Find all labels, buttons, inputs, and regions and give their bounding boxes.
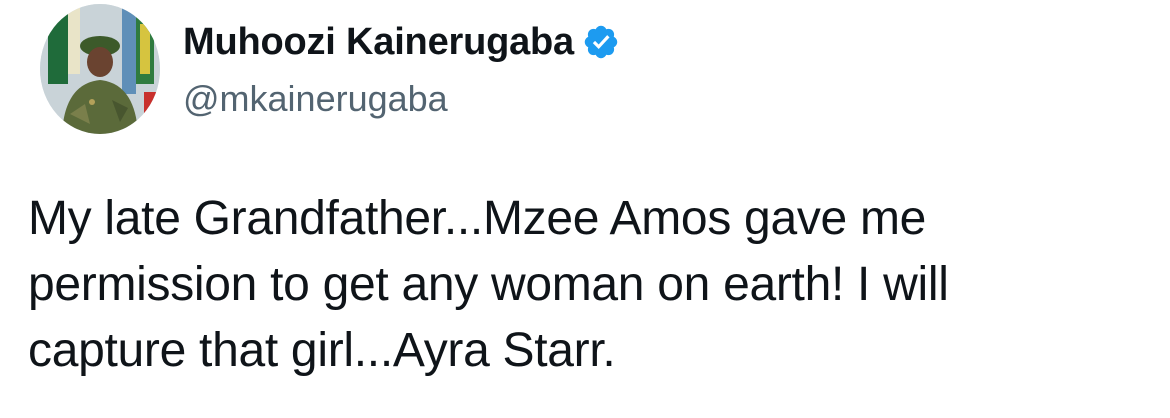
tweet-text-line: permission to get any woman on earth! I … (28, 258, 949, 311)
name-row: Muhoozi Kainerugaba (183, 14, 620, 70)
author-block: Muhoozi Kainerugaba @mkainerugaba (183, 14, 620, 124)
tweet-text: My late Grandfather...Mzee Amos gave me … (28, 186, 1148, 384)
verified-badge-icon (582, 23, 620, 61)
tweet-card: Muhoozi Kainerugaba @mkainerugaba My lat… (0, 0, 1170, 418)
tweet-text-line: capture that girl...Ayra Starr. (28, 324, 616, 377)
author-handle[interactable]: @mkainerugaba (183, 74, 620, 124)
profile-photo-icon (40, 4, 160, 134)
avatar[interactable] (40, 4, 160, 134)
author-display-name[interactable]: Muhoozi Kainerugaba (183, 14, 574, 70)
tweet-text-line: My late Grandfather...Mzee Amos gave me (28, 192, 927, 245)
